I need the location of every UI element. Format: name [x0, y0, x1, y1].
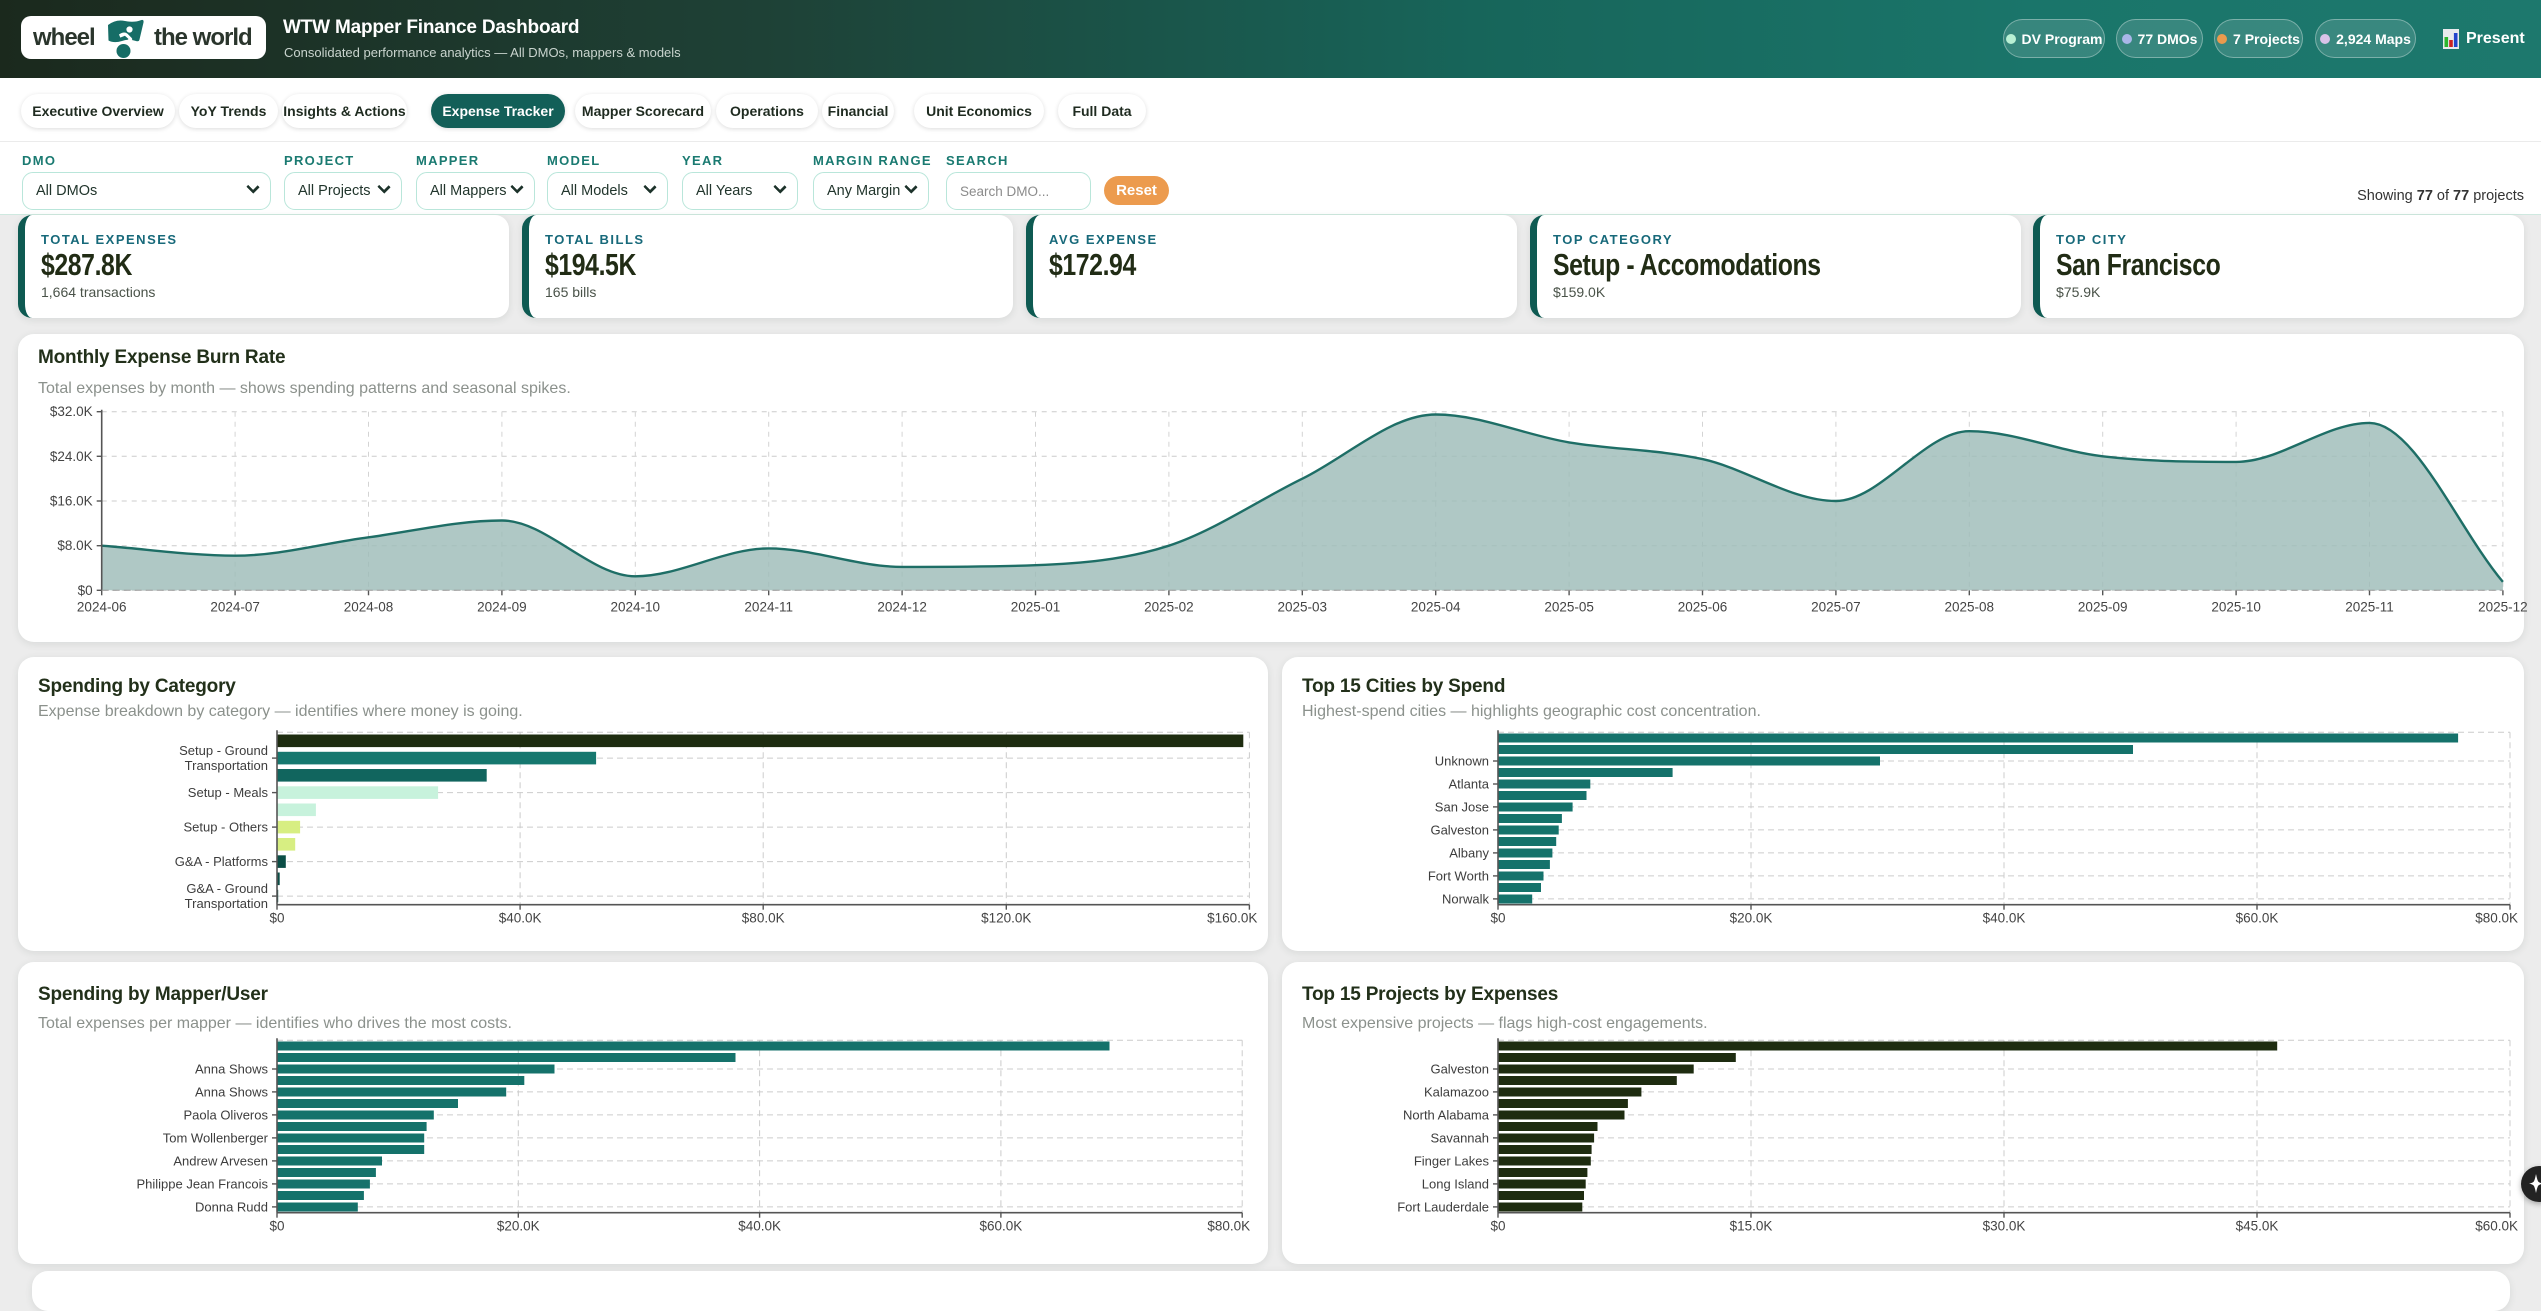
- svg-text:Fort Lauderdale: Fort Lauderdale: [1397, 1199, 1489, 1214]
- svg-text:$80.0K: $80.0K: [1207, 1219, 1250, 1234]
- svg-text:2024-11: 2024-11: [744, 599, 793, 614]
- svg-text:$20.0K: $20.0K: [1730, 911, 1773, 926]
- svg-text:Tom Wollenberger: Tom Wollenberger: [163, 1130, 269, 1145]
- svg-text:$0: $0: [1490, 911, 1505, 926]
- svg-text:$32.0K: $32.0K: [50, 404, 93, 419]
- svg-text:2025-10: 2025-10: [2211, 599, 2261, 614]
- svg-text:$0: $0: [78, 583, 93, 598]
- svg-text:2025-01: 2025-01: [1011, 599, 1061, 614]
- svg-text:$40.0K: $40.0K: [738, 1219, 781, 1234]
- svg-text:Savannah: Savannah: [1430, 1130, 1489, 1145]
- svg-text:$60.0K: $60.0K: [980, 1219, 1023, 1234]
- svg-text:Unknown: Unknown: [1435, 754, 1489, 769]
- svg-text:Long Island: Long Island: [1422, 1176, 1489, 1191]
- svg-text:$8.0K: $8.0K: [57, 538, 92, 553]
- svg-text:Anna Shows: Anna Shows: [195, 1062, 268, 1077]
- svg-text:Atlanta: Atlanta: [1449, 776, 1490, 791]
- svg-text:G&A - Platforms: G&A - Platforms: [175, 854, 269, 869]
- svg-text:2025-03: 2025-03: [1278, 599, 1328, 614]
- svg-text:2024-10: 2024-10: [611, 599, 661, 614]
- svg-text:2024-12: 2024-12: [877, 599, 927, 614]
- svg-text:$80.0K: $80.0K: [742, 911, 785, 926]
- svg-text:Philippe Jean Francois: Philippe Jean Francois: [136, 1176, 268, 1191]
- svg-text:$0: $0: [269, 1219, 284, 1234]
- svg-text:$80.0K: $80.0K: [2475, 911, 2518, 926]
- svg-text:$15.0K: $15.0K: [1730, 1219, 1773, 1234]
- svg-text:North Alabama: North Alabama: [1403, 1107, 1490, 1122]
- svg-text:San Jose: San Jose: [1435, 799, 1489, 814]
- svg-text:$30.0K: $30.0K: [1983, 1219, 2026, 1234]
- svg-text:Setup - Ground: Setup - Ground: [179, 743, 268, 758]
- svg-text:2024-07: 2024-07: [210, 599, 260, 614]
- svg-text:$16.0K: $16.0K: [50, 494, 93, 509]
- svg-text:Albany: Albany: [1449, 845, 1489, 860]
- svg-text:Norwalk: Norwalk: [1442, 891, 1489, 906]
- svg-text:Andrew Arvesen: Andrew Arvesen: [173, 1153, 268, 1168]
- svg-text:Finger Lakes: Finger Lakes: [1414, 1153, 1490, 1168]
- svg-text:Fort Worth: Fort Worth: [1428, 868, 1489, 883]
- svg-text:2025-05: 2025-05: [1544, 599, 1594, 614]
- svg-text:$160.0K: $160.0K: [1207, 911, 1257, 926]
- svg-text:Setup - Others: Setup - Others: [183, 820, 268, 835]
- svg-text:$0: $0: [1490, 1219, 1505, 1234]
- svg-text:$40.0K: $40.0K: [1983, 911, 2026, 926]
- svg-text:Transportation: Transportation: [185, 896, 268, 911]
- svg-text:$45.0K: $45.0K: [2236, 1219, 2279, 1234]
- svg-text:$0: $0: [269, 911, 284, 926]
- svg-text:Galveston: Galveston: [1430, 1062, 1489, 1077]
- svg-text:2024-06: 2024-06: [77, 599, 127, 614]
- svg-text:$120.0K: $120.0K: [981, 911, 1031, 926]
- svg-text:$20.0K: $20.0K: [497, 1219, 540, 1234]
- svg-text:2025-08: 2025-08: [1945, 599, 1995, 614]
- svg-text:2025-07: 2025-07: [1811, 599, 1861, 614]
- svg-text:2025-02: 2025-02: [1144, 599, 1194, 614]
- svg-text:Transportation: Transportation: [185, 758, 268, 773]
- svg-text:2025-06: 2025-06: [1678, 599, 1728, 614]
- svg-text:$60.0K: $60.0K: [2236, 911, 2279, 926]
- svg-text:2025-04: 2025-04: [1411, 599, 1461, 614]
- svg-text:Donna Rudd: Donna Rudd: [195, 1199, 268, 1214]
- svg-text:2024-09: 2024-09: [477, 599, 527, 614]
- svg-text:Kalamazoo: Kalamazoo: [1424, 1084, 1489, 1099]
- svg-text:Setup - Meals: Setup - Meals: [188, 785, 269, 800]
- svg-text:$60.0K: $60.0K: [2475, 1219, 2518, 1234]
- svg-text:2024-08: 2024-08: [344, 599, 394, 614]
- svg-text:Anna Shows: Anna Shows: [195, 1084, 268, 1099]
- svg-text:$40.0K: $40.0K: [499, 911, 542, 926]
- svg-text:Galveston: Galveston: [1430, 822, 1489, 837]
- svg-text:$24.0K: $24.0K: [50, 449, 93, 464]
- svg-text:2025-12: 2025-12: [2478, 599, 2528, 614]
- svg-text:2025-11: 2025-11: [2345, 599, 2394, 614]
- svg-text:Paola Oliveros: Paola Oliveros: [183, 1107, 268, 1122]
- svg-text:G&A - Ground: G&A - Ground: [186, 881, 268, 896]
- svg-text:2025-09: 2025-09: [2078, 599, 2128, 614]
